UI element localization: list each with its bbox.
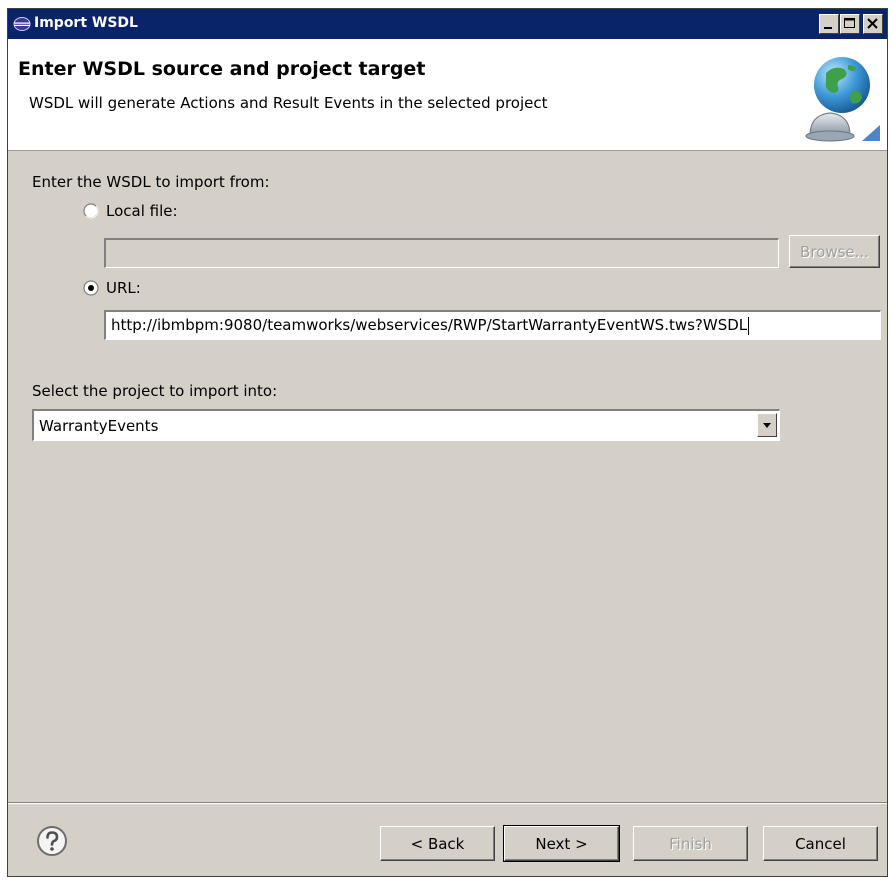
url-radio[interactable] <box>83 280 99 296</box>
eclipse-icon <box>13 17 31 31</box>
wsdl-source-prompt: Enter the WSDL to import from: <box>32 173 270 191</box>
finish-button[interactable]: Finish <box>633 826 748 861</box>
maximize-button[interactable] <box>840 14 860 34</box>
cancel-button[interactable]: Cancel <box>763 826 878 861</box>
title-bar[interactable]: Import WSDL <box>8 9 887 39</box>
banner-description: WSDL will generate Actions and Result Ev… <box>29 94 548 112</box>
project-select-value: WarrantyEvents <box>39 417 159 435</box>
chevron-down-icon <box>763 423 771 428</box>
close-button[interactable] <box>863 14 883 34</box>
back-button[interactable]: < Back <box>380 826 495 861</box>
window-title: Import WSDL <box>34 15 138 31</box>
close-icon <box>867 18 878 29</box>
project-select[interactable]: WarrantyEvents <box>32 409 780 441</box>
local-file-label[interactable]: Local file: <box>106 202 178 220</box>
maximize-icon <box>844 18 855 28</box>
text-caret <box>748 316 750 335</box>
minimize-icon <box>824 27 832 29</box>
local-file-field[interactable] <box>104 238 779 268</box>
globe-wizard-icon <box>805 57 880 142</box>
minimize-button[interactable] <box>819 14 839 34</box>
project-prompt: Select the project to import into: <box>32 382 278 400</box>
next-button[interactable]: Next > <box>503 825 620 862</box>
import-wsdl-dialog: Import WSDL Enter WSDL source and projec… <box>7 8 888 877</box>
url-field[interactable]: http://ibmbpm:9080/teamworks/webservices… <box>104 310 881 340</box>
help-icon[interactable] <box>36 825 68 857</box>
url-label[interactable]: URL: <box>106 279 141 297</box>
local-file-radio[interactable] <box>83 203 99 219</box>
project-select-dropdown-button[interactable] <box>757 413 777 437</box>
banner-title: Enter WSDL source and project target <box>18 58 426 80</box>
browse-button[interactable]: Browse... <box>789 235 880 268</box>
wizard-banner: Enter WSDL source and project target WSD… <box>8 39 887 151</box>
footer-separator <box>8 802 887 804</box>
url-field-value: http://ibmbpm:9080/teamworks/webservices… <box>111 316 748 334</box>
